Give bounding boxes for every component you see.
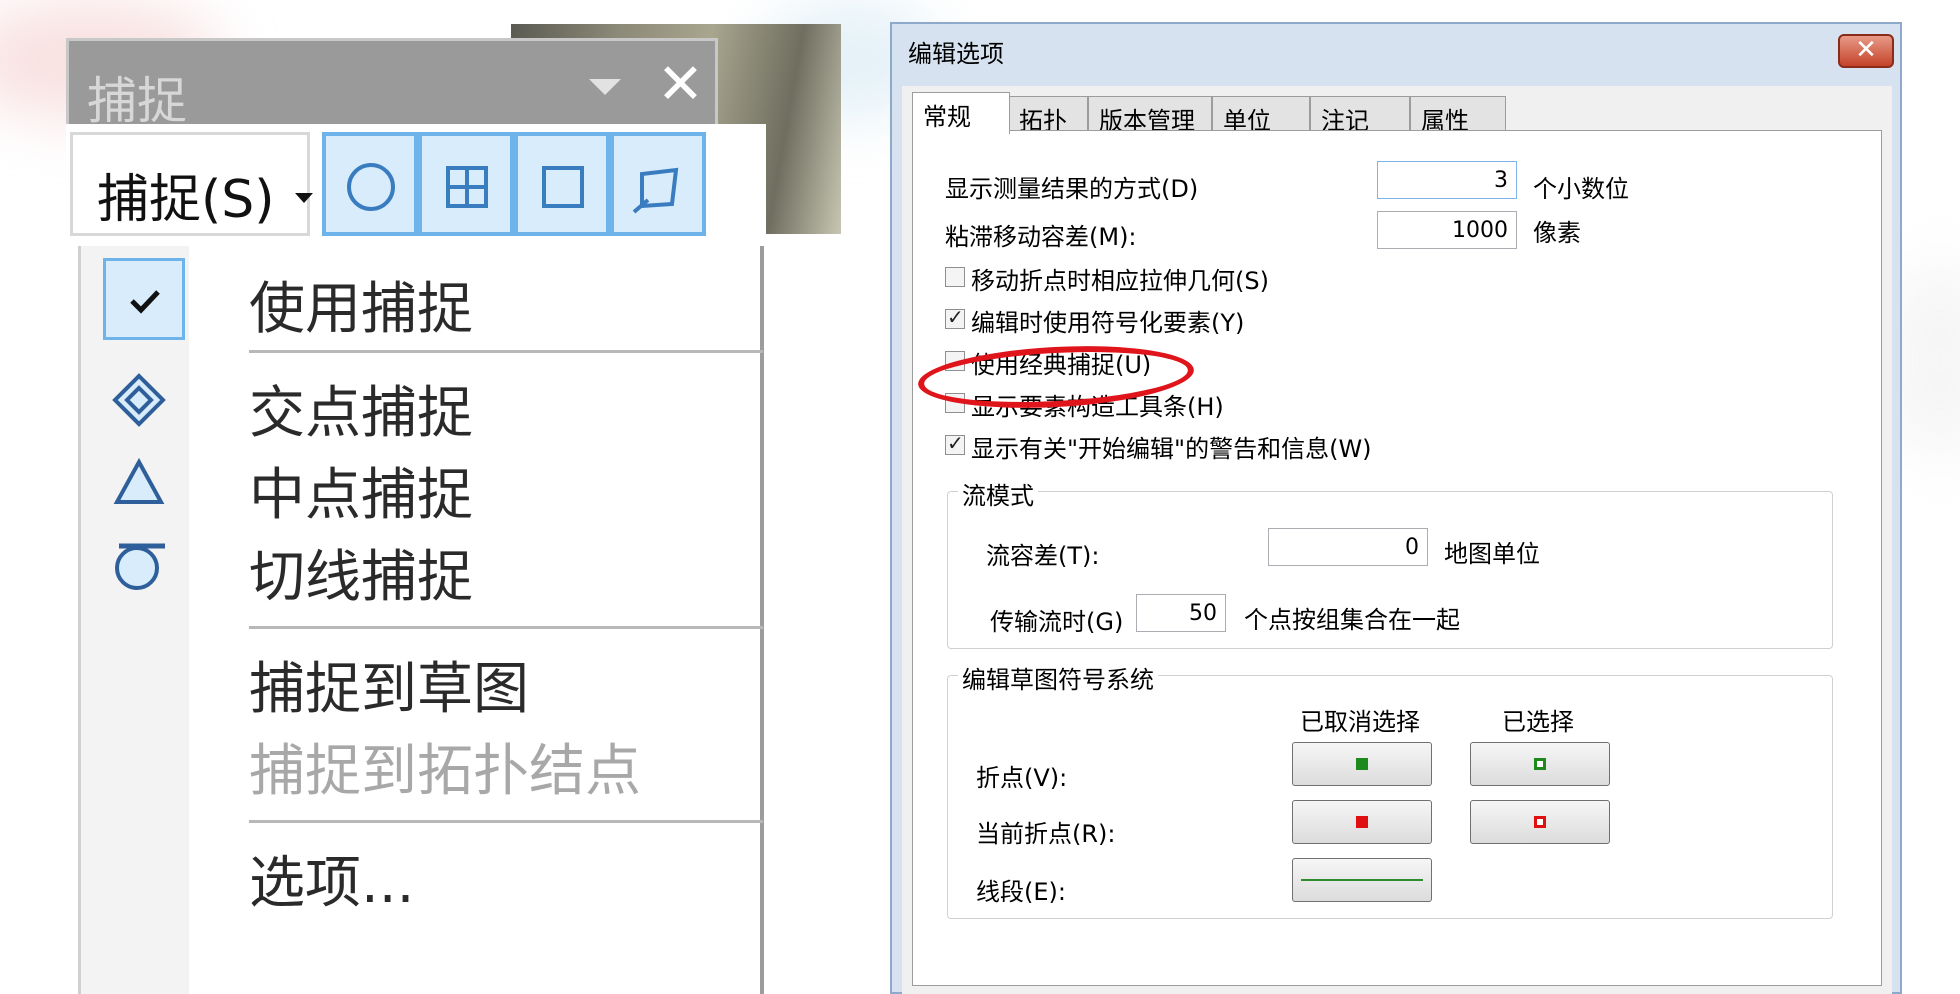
start-editing-warnings-checkbox[interactable] (945, 431, 965, 455)
tab-versioning[interactable]: 版本管理 (1088, 96, 1212, 135)
menu-separator (249, 820, 763, 823)
snapping-toolbar-window: 捕捉 ✕ 捕捉(S) 使用捕捉 交点捕捉 中点捕捉 切线捕捉 捕捉到草图 捕捉到… (66, 24, 841, 994)
selected-column-header: 已选择 (1502, 708, 1574, 736)
menu-item-label: 切线捕捉 (249, 545, 473, 610)
general-tab-panel: 显示测量结果的方式(D) 3 个小数位 粘滞移动容差(M): 1000 像素 移… (912, 130, 1882, 986)
menu-item-label: 捕捉到拓扑结点 (249, 739, 641, 804)
sticky-tolerance-label: 粘滞移动容差(M): (945, 223, 1137, 251)
menu-separator (249, 350, 763, 353)
measure-unit-label: 个小数位 (1533, 175, 1629, 203)
line-segment-icon (1301, 879, 1423, 881)
hollow-square-icon (1534, 758, 1546, 770)
menu-item-snap-to-sketch[interactable]: 捕捉到草图 (81, 630, 763, 722)
vertex-snapping-icon (542, 166, 584, 208)
checkbox-label: 编辑时使用符号化要素(Y) (971, 309, 1245, 337)
tab-annotation[interactable]: 注记 (1310, 96, 1410, 135)
checkmark-icon (130, 290, 160, 314)
menu-item-tangent-snapping[interactable]: 切线捕捉 (81, 518, 763, 610)
filled-square-icon (1356, 758, 1368, 770)
stretch-geometry-checkbox[interactable] (945, 267, 965, 287)
checkmark-box (103, 258, 185, 340)
menu-separator (249, 626, 763, 629)
segment-row-label: 线段(E): (976, 878, 1066, 906)
snapping-toolbar: 捕捉(S) (66, 124, 766, 244)
tab-attributes[interactable]: 属性 (1410, 96, 1506, 135)
sketch-symbology-group: 编辑草图符号系统 已取消选择 已选择 折点(V): 当前折点(R): 线段(E)… (947, 660, 1833, 919)
menu-item-label: 使用捕捉 (249, 277, 473, 342)
measure-decimals-field[interactable]: 3 (1377, 161, 1517, 199)
edge-snapping-icon (446, 166, 488, 208)
snapping-toolbar-title: 捕捉 (87, 72, 187, 130)
end-snapping-icon (632, 167, 679, 214)
hollow-square-icon (1534, 816, 1546, 828)
vertex-row-label: 折点(V): (976, 764, 1068, 792)
tab-general[interactable]: 常规 (912, 92, 1010, 134)
menu-item-snap-to-topology-nodes: 捕捉到拓扑结点 (81, 712, 763, 804)
snapping-dropdown-menu: 使用捕捉 交点捕捉 中点捕捉 切线捕捉 捕捉到草图 捕捉到拓扑结点 选项... (78, 246, 764, 994)
tab-topology[interactable]: 拓扑 (1008, 96, 1088, 135)
menu-item-use-snapping[interactable]: 使用捕捉 (81, 250, 763, 342)
sticky-unit-label: 像素 (1533, 219, 1581, 247)
dropdown-arrow-icon[interactable] (589, 79, 621, 95)
current-vertex-unselected-symbol-button[interactable] (1292, 800, 1432, 844)
vertex-snapping-button[interactable] (514, 132, 610, 236)
point-snapping-icon (347, 163, 395, 211)
edge-snapping-button[interactable] (418, 132, 514, 236)
tab-units[interactable]: 单位 (1212, 96, 1310, 135)
editing-options-dialog: 编辑选项 ✕ 常规 拓扑 版本管理 单位 注记 属性 显示测量结果的方式(D) … (890, 22, 1902, 994)
stream-tolerance-field[interactable]: 0 (1268, 528, 1428, 566)
sticky-tolerance-field[interactable]: 1000 (1377, 211, 1517, 249)
stream-mode-group: 流模式 流容差(T): 0 地图单位 传输流时(G) 50 个点按组集合在一起 (947, 476, 1833, 649)
dialog-body: 常规 拓扑 版本管理 单位 注记 属性 显示测量结果的方式(D) 3 个小数位 … (902, 86, 1892, 994)
unselected-column-header: 已取消选择 (1300, 708, 1420, 736)
end-snapping-button[interactable] (610, 132, 706, 236)
stream-group-unit: 个点按组集合在一起 (1244, 606, 1460, 634)
midpoint-snap-icon (113, 457, 165, 504)
current-vertex-row-label: 当前折点(R): (976, 820, 1116, 848)
filled-square-icon (1356, 816, 1368, 828)
menu-item-label: 选项... (249, 851, 415, 916)
snapping-menu-label: 捕捉(S) (97, 170, 275, 230)
dialog-title: 编辑选项 (908, 40, 1004, 68)
point-snapping-button[interactable] (322, 132, 418, 236)
stream-tolerance-label: 流容差(T): (986, 542, 1100, 570)
checkbox-label: 显示有关"开始编辑"的警告和信息(W) (971, 435, 1372, 463)
vertex-unselected-symbol-button[interactable] (1292, 742, 1432, 786)
menu-item-intersection-snapping[interactable]: 交点捕捉 (81, 354, 763, 446)
vertex-selected-symbol-button[interactable] (1470, 742, 1610, 786)
segment-symbol-button[interactable] (1292, 858, 1432, 902)
group-title: 编辑草图符号系统 (958, 660, 1158, 695)
group-title: 流模式 (958, 476, 1038, 511)
stream-tolerance-unit: 地图单位 (1444, 540, 1540, 568)
close-icon[interactable]: ✕ (657, 57, 704, 113)
snapping-menu-button[interactable]: 捕捉(S) (70, 132, 313, 236)
menu-item-midpoint-snapping[interactable]: 中点捕捉 (81, 436, 763, 528)
close-button[interactable]: ✕ (1838, 34, 1894, 68)
stream-group-label: 传输流时(G) (990, 608, 1124, 636)
checkbox-label: 移动折点时相应拉伸几何(S) (971, 267, 1269, 295)
close-icon: ✕ (1855, 35, 1877, 65)
chevron-down-icon (295, 193, 313, 203)
stream-group-field[interactable]: 50 (1136, 594, 1226, 632)
tangent-snap-icon (115, 543, 165, 590)
symbolized-features-checkbox[interactable] (945, 305, 965, 329)
measure-label: 显示测量结果的方式(D) (945, 175, 1199, 203)
current-vertex-selected-symbol-button[interactable] (1470, 800, 1610, 844)
menu-item-options[interactable]: 选项... (81, 824, 763, 916)
intersection-snap-icon (112, 373, 166, 427)
